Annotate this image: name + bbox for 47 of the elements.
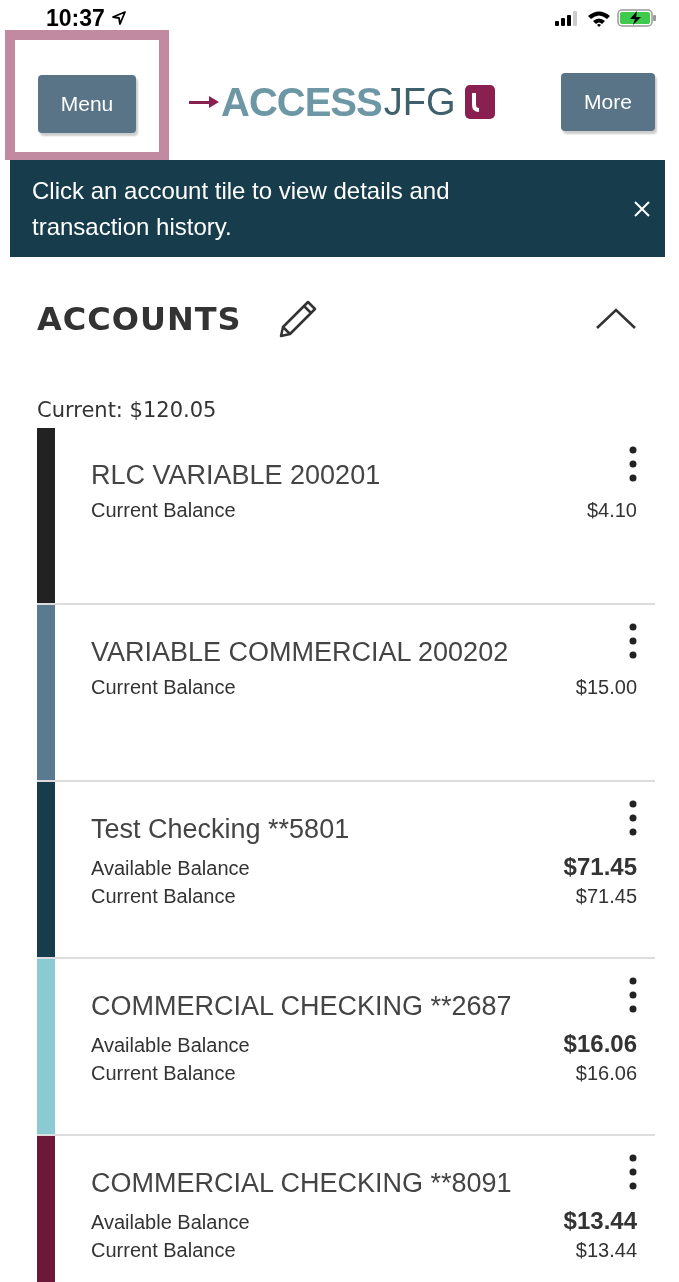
logo-suffix: JFG: [383, 80, 456, 124]
balance-label: Current Balance: [91, 1062, 236, 1085]
section-title: ACCOUNTS: [37, 300, 242, 338]
status-time: 10:37: [46, 4, 105, 32]
balance-label: Available Balance: [91, 857, 250, 880]
pencil-icon[interactable]: [277, 299, 318, 339]
close-icon[interactable]: [633, 199, 651, 218]
account-tile[interactable]: VARIABLE COMMERCIAL 200202 Current Balance $15.00: [37, 605, 655, 782]
balance-amount: $16.06: [563, 1030, 637, 1058]
more-options-icon[interactable]: [629, 446, 637, 482]
balance-label: Current Balance: [91, 1239, 236, 1262]
banner-message: Click an account tile to view details and transaction history.: [32, 175, 451, 242]
balance-amount: $15.00: [575, 676, 637, 699]
account-name: VARIABLE COMMERCIAL 200202: [91, 636, 509, 668]
logo-arrow-icon: [189, 95, 219, 109]
location-arrow-icon: [110, 10, 127, 26]
balance-label: Available Balance: [91, 1211, 250, 1234]
more-options-icon[interactable]: [629, 800, 637, 836]
balance-amount: $71.45: [575, 885, 637, 908]
account-tile[interactable]: COMMERCIAL CHECKING **8091 Available Balance $13.44 Current Balance $13.44: [37, 1136, 655, 1282]
balance-label: Current Balance: [91, 676, 236, 699]
account-tile[interactable]: Test Checking **5801 Available Balance $71.45 Current Balance $71.45: [37, 782, 655, 959]
account-tile[interactable]: COMMERCIAL CHECKING **2687 Available Balance $16.06 Current Balance $16.06: [37, 959, 655, 1136]
logo-badge-icon: [465, 85, 496, 119]
balance-label: Current Balance: [91, 499, 236, 522]
account-name: RLC VARIABLE 200201: [91, 459, 381, 491]
balance-amount: $4.10: [586, 499, 637, 522]
more-options-icon[interactable]: [629, 1154, 637, 1190]
menu-button[interactable]: Menu: [38, 74, 136, 133]
more-options-icon[interactable]: [629, 977, 637, 1013]
more-options-icon[interactable]: [629, 623, 637, 659]
logo-wordmark: ACCESS: [221, 79, 382, 125]
account-name: COMMERCIAL CHECKING **2687: [91, 990, 512, 1022]
account-tile[interactable]: RLC VARIABLE 200201 Current Balance $4.10: [37, 428, 655, 605]
account-name: Test Checking **5801: [91, 813, 350, 845]
balance-label: Available Balance: [91, 1034, 250, 1057]
balance-amount: $13.44: [563, 1207, 637, 1235]
total-balance: Current: $120.05: [37, 397, 217, 423]
wifi-icon: [587, 9, 611, 27]
collapse-icon[interactable]: [595, 307, 637, 331]
more-button[interactable]: More: [561, 73, 655, 131]
balance-label: Current Balance: [91, 885, 236, 908]
balance-amount: $13.44: [575, 1239, 637, 1262]
balance-amount: $71.45: [563, 853, 637, 881]
battery-charging-icon: [617, 9, 657, 27]
balance-amount: $16.06: [575, 1062, 637, 1085]
account-name: COMMERCIAL CHECKING **8091: [91, 1167, 512, 1199]
